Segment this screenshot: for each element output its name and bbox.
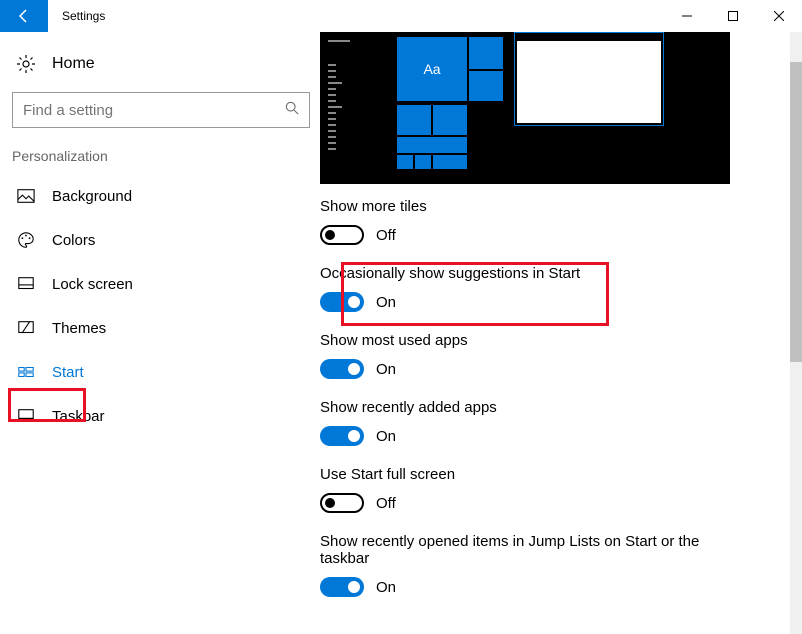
setting-most-used: Show most used apps On xyxy=(320,332,782,379)
setting-label: Show more tiles xyxy=(320,198,782,215)
search-icon xyxy=(285,101,299,120)
toggle-state: On xyxy=(376,361,396,378)
toggle-recently-added[interactable] xyxy=(320,426,364,446)
toggle-state: On xyxy=(376,428,396,445)
toggle-most-used[interactable] xyxy=(320,359,364,379)
sidebar-item-taskbar[interactable]: Taskbar xyxy=(10,394,310,438)
start-icon xyxy=(16,362,36,382)
setting-label: Show recently opened items in Jump Lists… xyxy=(320,533,700,567)
window-title: Settings xyxy=(62,9,105,23)
setting-label: Occasionally show suggestions in Start xyxy=(320,265,782,282)
toggle-state: On xyxy=(376,294,396,311)
sidebar-item-background[interactable]: Background xyxy=(10,174,310,218)
taskbar-icon xyxy=(16,406,36,426)
toggle-state: Off xyxy=(376,227,396,244)
gear-icon xyxy=(16,54,36,74)
setting-recently-added: Show recently added apps On xyxy=(320,399,782,446)
setting-full-screen: Use Start full screen Off xyxy=(320,466,782,513)
sidebar-item-start[interactable]: Start xyxy=(10,350,310,394)
maximize-button[interactable] xyxy=(710,0,756,32)
sidebar-item-label: Lock screen xyxy=(52,276,133,293)
toggle-suggestions[interactable] xyxy=(320,292,364,312)
sidebar-item-colors[interactable]: Colors xyxy=(10,218,310,262)
toggle-state: Off xyxy=(376,495,396,512)
preview-window xyxy=(514,32,664,126)
sidebar-item-label: Colors xyxy=(52,232,95,249)
sidebar: Home Personalization Background Colors xyxy=(0,32,320,634)
category-heading: Personalization xyxy=(10,146,310,174)
toggle-full-screen[interactable] xyxy=(320,493,364,513)
setting-label: Use Start full screen xyxy=(320,466,782,483)
close-button[interactable] xyxy=(756,0,802,32)
sidebar-item-label: Start xyxy=(52,364,84,381)
setting-label: Show most used apps xyxy=(320,332,782,349)
preview-tile: Aa xyxy=(396,36,468,102)
setting-suggestions: Occasionally show suggestions in Start O… xyxy=(320,265,782,312)
sidebar-item-themes[interactable]: Themes xyxy=(10,306,310,350)
setting-show-more-tiles: Show more tiles Off xyxy=(320,198,782,245)
back-button[interactable] xyxy=(0,0,48,32)
toggle-jump-lists[interactable] xyxy=(320,577,364,597)
background-icon xyxy=(16,186,36,206)
scrollbar-thumb[interactable] xyxy=(790,62,802,362)
scrollbar[interactable] xyxy=(790,32,802,634)
home-label: Home xyxy=(52,55,95,73)
toggle-state: On xyxy=(376,579,396,596)
lock-screen-icon xyxy=(16,274,36,294)
minimize-button[interactable] xyxy=(664,0,710,32)
themes-icon xyxy=(16,318,36,338)
toggle-show-more-tiles[interactable] xyxy=(320,225,364,245)
search-input[interactable] xyxy=(23,102,285,119)
sidebar-item-label: Themes xyxy=(52,320,106,337)
sidebar-item-lock-screen[interactable]: Lock screen xyxy=(10,262,310,306)
window-controls xyxy=(664,0,802,32)
search-box[interactable] xyxy=(12,92,310,128)
sidebar-item-label: Background xyxy=(52,188,132,205)
title-bar: Settings xyxy=(0,0,802,32)
setting-label: Show recently added apps xyxy=(320,399,782,416)
start-preview: Aa xyxy=(320,32,730,184)
home-nav[interactable]: Home xyxy=(10,46,310,88)
colors-icon xyxy=(16,230,36,250)
sidebar-item-label: Taskbar xyxy=(52,408,105,425)
content-area: Aa Show more tiles Off xyxy=(320,32,802,634)
setting-jump-lists: Show recently opened items in Jump Lists… xyxy=(320,533,782,597)
